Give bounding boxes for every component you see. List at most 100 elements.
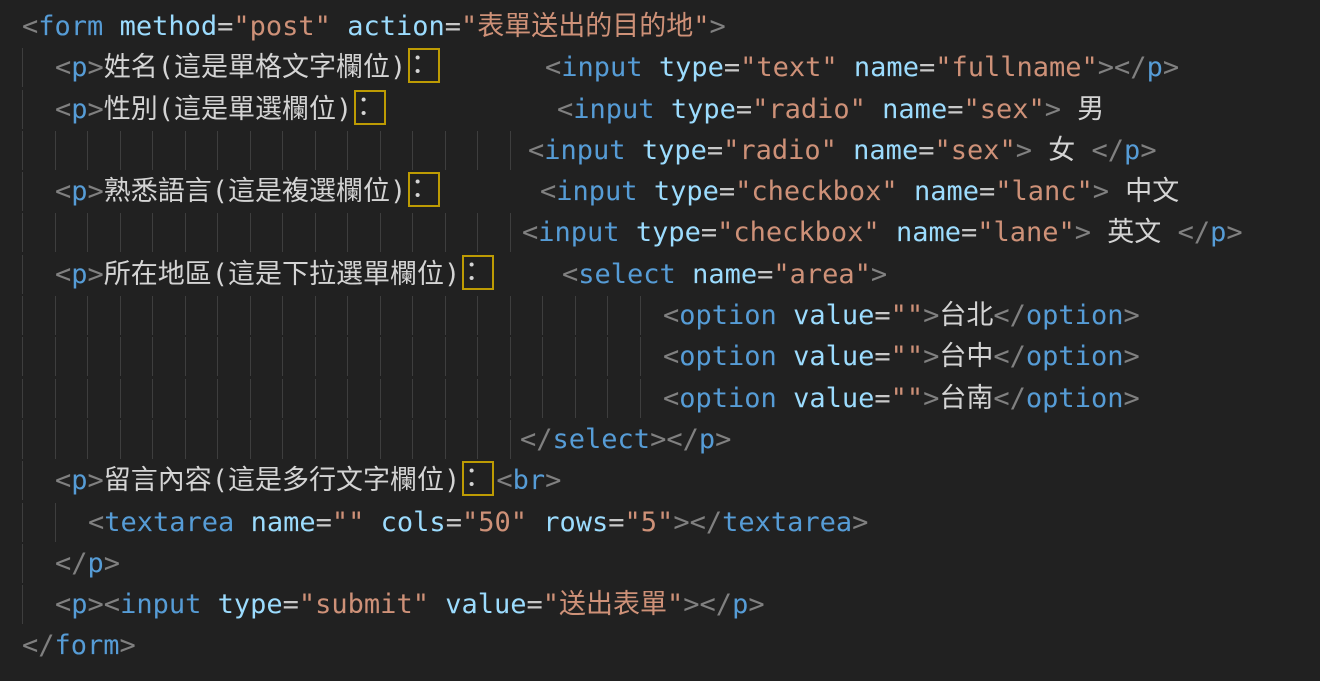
unicode-highlight-box[interactable]: ：: [462, 461, 494, 496]
indent-guide: [510, 337, 511, 376]
token-attribute-name: cols: [381, 507, 446, 538]
unicode-highlight-box[interactable]: ：: [462, 255, 494, 290]
token-tag-name: select: [553, 424, 651, 455]
token-tag-name: option: [679, 341, 777, 372]
token-tag-name: input: [544, 135, 625, 166]
indent-guide: [87, 131, 88, 170]
token-string-value: "": [891, 383, 924, 414]
token-plain-text: [527, 507, 543, 538]
indent-guide: [445, 337, 446, 376]
token-attribute-name: name: [896, 217, 961, 248]
indent-guide: [510, 296, 511, 335]
token-attribute-name: name: [854, 52, 919, 83]
indent-guide: [152, 213, 153, 252]
token-tag-name: form: [55, 630, 120, 661]
indent-guide: [22, 172, 23, 211]
token-tag-punctuation: </: [993, 341, 1026, 372]
code-line-14[interactable]: </p>: [0, 543, 1320, 584]
indent-guide: [282, 296, 283, 335]
code-line-2[interactable]: <p>姓名(這是單格文字欄位)：<input type="text" name=…: [0, 47, 1320, 88]
token-tag-name: select: [578, 259, 676, 290]
token-tag-punctuation: <: [55, 589, 71, 620]
token-string-value: "radio": [752, 94, 866, 125]
indent-guide: [282, 337, 283, 376]
indent-guide: [217, 337, 218, 376]
indent-guide: [120, 213, 121, 252]
token-tag-name: p: [1124, 135, 1140, 166]
indent-guide: [445, 296, 446, 335]
code-line-12[interactable]: <p>留言內容(這是多行文字欄位)：<br>: [0, 460, 1320, 501]
code-line-15[interactable]: <p><input type="submit" value="送出表單"></p…: [0, 584, 1320, 625]
token-tag-punctuation: </: [993, 300, 1026, 331]
indent-guide: [120, 131, 121, 170]
token-attribute-name: type: [636, 217, 701, 248]
indent-guide: [412, 337, 413, 376]
token-tag-punctuation: >: [923, 341, 939, 372]
token-equals-sign: =: [707, 135, 723, 166]
token-tag-punctuation: >: [88, 589, 104, 620]
token-plain-text: [777, 383, 793, 414]
token-equals-sign: =: [757, 259, 773, 290]
token-tag-name: p: [732, 589, 748, 620]
code-line-8[interactable]: <option value="">台北</option>: [0, 295, 1320, 336]
token-plain-text: 台北: [939, 300, 993, 331]
token-plain-text: [626, 135, 642, 166]
code-segment: <option value="">台南</option>: [663, 378, 1140, 419]
indent-guide: [22, 544, 23, 583]
token-tag-name: option: [1026, 300, 1124, 331]
token-tag-punctuation: </: [993, 383, 1026, 414]
code-line-9[interactable]: <option value="">台中</option>: [0, 336, 1320, 377]
code-line-4[interactable]: <input type="radio" name="sex"> 女 </p>: [0, 130, 1320, 171]
indent-guide: [347, 213, 348, 252]
token-tag-punctuation: >: [852, 507, 868, 538]
token-tag-name: option: [679, 300, 777, 331]
token-tag-name: form: [38, 11, 103, 42]
code-segment: <p>所在地區(這是下拉選單欄位)：: [55, 254, 496, 295]
token-plain-text: [777, 300, 793, 331]
code-line-1[interactable]: <form method="post" action="表單送出的目的地">: [0, 6, 1320, 47]
indent-guide: [87, 296, 88, 335]
code-line-13[interactable]: <textarea name="" cols="50" rows="5"></t…: [0, 502, 1320, 543]
code-line-10[interactable]: <option value="">台南</option>: [0, 378, 1320, 419]
token-string-value: "post": [233, 11, 331, 42]
indent-guide: [250, 337, 251, 376]
token-plain-text: [866, 94, 882, 125]
unicode-highlight-box[interactable]: ：: [408, 172, 440, 207]
indent-guide: [282, 420, 283, 459]
unicode-highlight-box[interactable]: ：: [354, 90, 386, 125]
token-tag-name: p: [71, 52, 87, 83]
token-attribute-name: name: [251, 507, 316, 538]
code-segment: <input type="checkbox" name="lane"> 英文 <…: [522, 212, 1243, 253]
token-tag-name: p: [699, 424, 715, 455]
token-equals-sign: =: [701, 217, 717, 248]
indent-guide: [315, 337, 316, 376]
code-segment: <input type="checkbox" name="lanc"> 中文: [540, 171, 1179, 212]
code-line-16[interactable]: </form>: [0, 625, 1320, 666]
code-editor[interactable]: <form method="post" action="表單送出的目的地"><p…: [0, 0, 1320, 681]
indent-guide: [542, 379, 543, 418]
code-line-11[interactable]: </select></p>: [0, 419, 1320, 460]
code-line-3[interactable]: <p>性別(這是單選欄位)：<input type="radio" name="…: [0, 89, 1320, 130]
code-segment: <p>性別(這是單選欄位)：: [55, 89, 388, 130]
indent-guide: [607, 337, 608, 376]
token-string-value: "checkbox": [717, 217, 880, 248]
token-equals-sign: =: [283, 589, 299, 620]
indent-guide: [152, 131, 153, 170]
token-string-value: "5": [625, 507, 674, 538]
code-segment: <p>留言內容(這是多行文字欄位)：<br>: [55, 460, 561, 501]
code-line-6[interactable]: <input type="checkbox" name="lane"> 英文 <…: [0, 212, 1320, 253]
indent-guide: [477, 213, 478, 252]
code-line-5[interactable]: <p>熟悉語言(這是複選欄位)：<input type="checkbox" n…: [0, 171, 1320, 212]
indent-guide: [55, 131, 56, 170]
indent-guide: [380, 379, 381, 418]
indent-guide: [412, 213, 413, 252]
token-tag-name: input: [573, 94, 654, 125]
indent-guide: [22, 379, 23, 418]
code-segment: <select name="area">: [562, 254, 887, 295]
token-attribute-name: value: [445, 589, 526, 620]
code-line-7[interactable]: <p>所在地區(這是下拉選單欄位)： <select name="area">: [0, 254, 1320, 295]
indent-guide: [282, 213, 283, 252]
unicode-highlight-box[interactable]: ：: [408, 48, 440, 83]
token-string-value: "area": [773, 259, 871, 290]
token-attribute-name: name: [914, 176, 979, 207]
